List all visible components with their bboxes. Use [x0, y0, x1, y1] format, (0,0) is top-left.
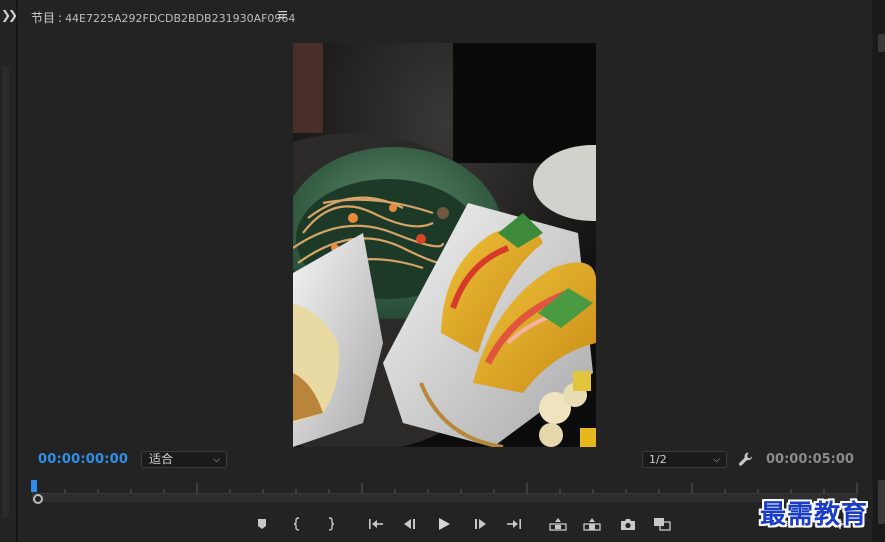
- resolution-value: 1/2: [649, 453, 667, 466]
- zoom-scrollbar[interactable]: [32, 494, 858, 502]
- fit-value: 适合: [149, 452, 174, 466]
- expand-panels-icon[interactable]: ❯❯: [1, 8, 18, 22]
- left-scrollbar[interactable]: [2, 66, 9, 518]
- panel-title[interactable]: 节目:44E7225A292FDCDB2BDB231930AF0964: [31, 9, 295, 26]
- go-to-out-icon[interactable]: [504, 514, 524, 534]
- current-timecode[interactable]: 00:00:00:00: [38, 452, 128, 467]
- export-frame-icon[interactable]: [618, 514, 638, 534]
- panel-label: 节目: [31, 11, 56, 25]
- transport-controls: [18, 510, 872, 538]
- playback-resolution-select[interactable]: 1/2 ⌵: [642, 451, 727, 468]
- go-to-in-icon[interactable]: [366, 514, 386, 534]
- lift-icon[interactable]: [548, 514, 568, 534]
- time-ruler[interactable]: [31, 478, 858, 494]
- mark-out-icon[interactable]: [320, 514, 340, 534]
- mark-in-icon[interactable]: [288, 514, 308, 534]
- panel-header: 节目:44E7225A292FDCDB2BDB231930AF0964: [18, 0, 872, 34]
- sequence-name: 44E7225A292FDCDB2BDB231930AF0964: [65, 12, 296, 25]
- zoom-scroll-handle[interactable]: [33, 494, 43, 504]
- scroll-thumb-bottom[interactable]: [878, 480, 885, 524]
- step-back-icon[interactable]: [400, 514, 420, 534]
- premiere-program-monitor: ❯❯ 节目:44E7225A292FDCDB2BDB231930AF0964 0…: [0, 0, 885, 542]
- hamburger-menu-icon[interactable]: [278, 8, 287, 22]
- playhead-marker[interactable]: [31, 480, 37, 492]
- duration-timecode: 00:00:05:00: [766, 452, 854, 467]
- program-monitor-panel: 节目:44E7225A292FDCDB2BDB231930AF0964 00:0…: [18, 0, 872, 542]
- video-preview[interactable]: [293, 43, 596, 447]
- settings-wrench-icon[interactable]: [738, 451, 754, 467]
- chevron-down-icon: ⌵: [213, 455, 220, 465]
- step-forward-icon[interactable]: [470, 514, 490, 534]
- right-scrollbar[interactable]: [873, 0, 885, 542]
- chevron-down-icon: ⌵: [713, 455, 720, 465]
- extract-icon[interactable]: [582, 514, 602, 534]
- watermark-logo: 最需教育: [760, 500, 869, 530]
- marker-icon[interactable]: [252, 514, 272, 534]
- comparison-view-icon[interactable]: [652, 514, 672, 534]
- play-icon[interactable]: [434, 514, 454, 534]
- scroll-thumb-top[interactable]: [878, 34, 885, 52]
- zoom-fit-select[interactable]: 适合 ⌵: [141, 451, 227, 468]
- title-separator: :: [58, 11, 63, 25]
- left-panel-collapsed: ❯❯: [0, 0, 18, 542]
